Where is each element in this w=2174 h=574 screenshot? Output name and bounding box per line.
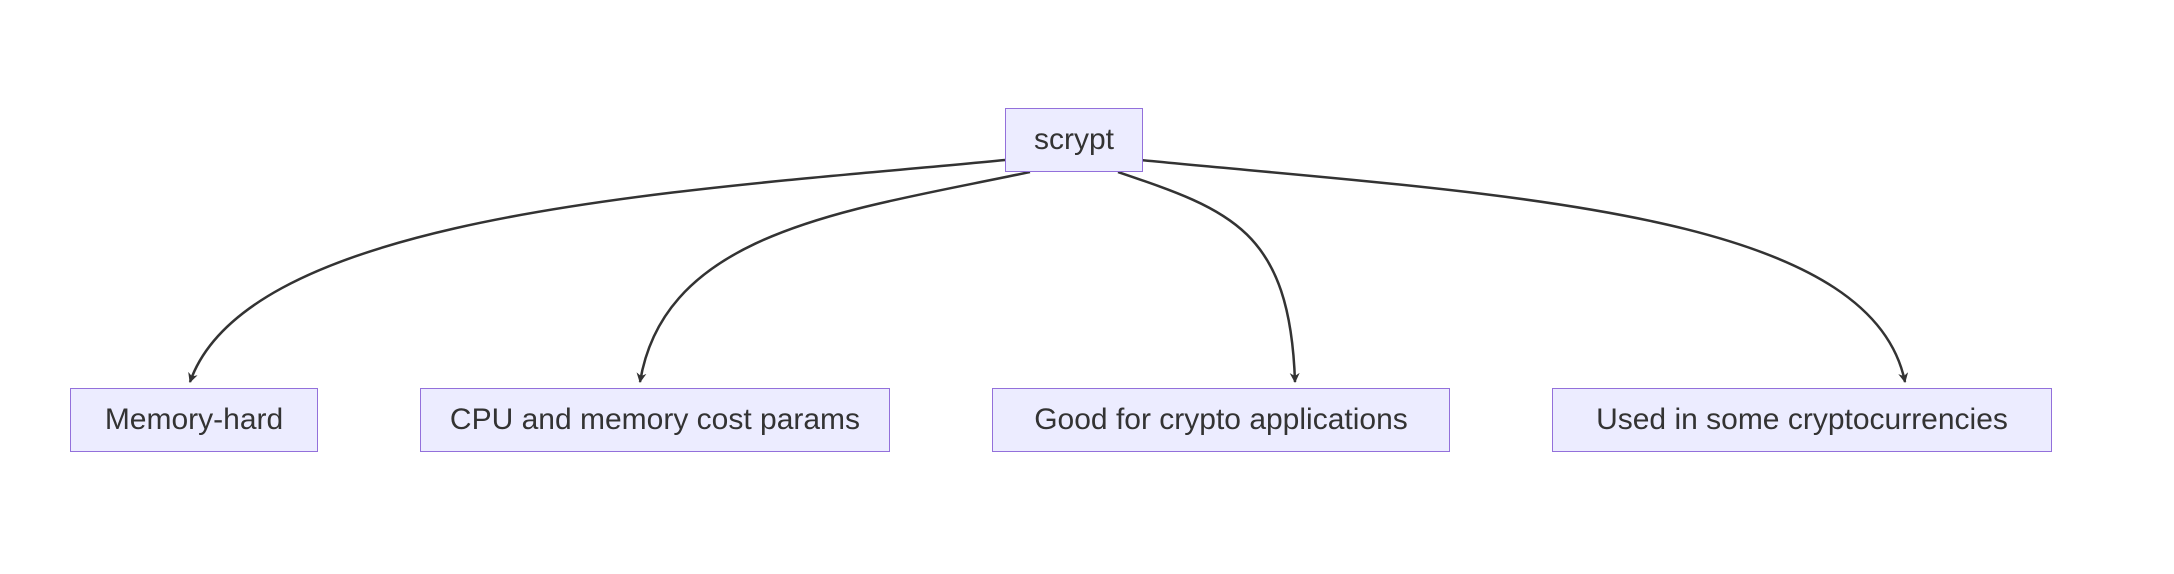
node-label: scrypt — [1034, 123, 1114, 157]
edge-scrypt-to-cost-params — [640, 172, 1030, 382]
node-label: Memory-hard — [105, 403, 283, 437]
node-crypto-apps: Good for crypto applications — [992, 388, 1450, 452]
node-label: Used in some cryptocurrencies — [1596, 403, 2008, 437]
edge-scrypt-to-cryptocurrencies — [1140, 160, 1905, 382]
node-label: Good for crypto applications — [1034, 403, 1408, 437]
node-cost-params: CPU and memory cost params — [420, 388, 890, 452]
node-scrypt: scrypt — [1005, 108, 1143, 172]
node-cryptocurrencies: Used in some cryptocurrencies — [1552, 388, 2052, 452]
edge-scrypt-to-crypto-apps — [1118, 172, 1295, 382]
node-label: CPU and memory cost params — [450, 403, 860, 437]
diagram-edges — [0, 0, 2174, 574]
edge-scrypt-to-memory-hard — [190, 160, 1005, 382]
node-memory-hard: Memory-hard — [70, 388, 318, 452]
